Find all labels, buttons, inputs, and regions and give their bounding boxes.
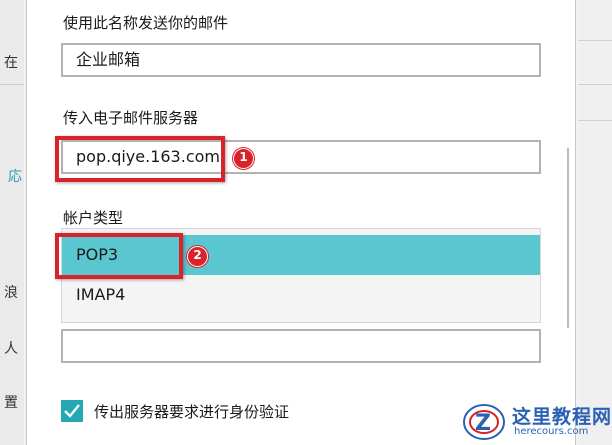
step-badge-1: 1	[233, 148, 254, 169]
checkmark-icon	[64, 404, 80, 418]
background-text-fragment: 在	[4, 55, 18, 71]
background-divider	[0, 84, 24, 85]
incoming-server-label: 传入电子邮件服务器	[63, 109, 199, 127]
account-type-option-imap4[interactable]: IMAP4	[62, 275, 540, 315]
watermark-logo-icon: Z	[463, 404, 505, 440]
highlight-box-pop3	[55, 233, 183, 279]
background-text-fragment: 浪	[4, 285, 18, 301]
background-divider	[578, 120, 612, 121]
background-right	[578, 0, 612, 445]
background-divider	[578, 40, 612, 41]
account-type-label: 帐户类型	[63, 209, 124, 227]
watermark-title: 这里教程网	[512, 406, 612, 428]
outgoing-auth-checkbox[interactable]	[61, 400, 83, 422]
background-divider	[578, 84, 612, 85]
sender-name-input[interactable]: 企业邮箱	[61, 43, 541, 77]
highlight-box-incoming-server	[55, 136, 225, 182]
account-settings-dialog: 使用此名称发送你的邮件 企业邮箱 传入电子邮件服务器 pop.qiye.163.…	[26, 0, 576, 445]
step-badge-2: 2	[187, 246, 208, 267]
watermark: Z 这里教程网 herecours.com	[460, 400, 612, 445]
scrollbar[interactable]	[567, 148, 569, 328]
watermark-url: herecours.com	[514, 426, 589, 437]
outgoing-server-input[interactable]	[61, 329, 541, 363]
background-text-fragment: 置	[4, 395, 18, 411]
sender-name-label: 使用此名称发送你的邮件	[63, 14, 229, 32]
background-text-fragment: 人	[4, 341, 18, 357]
background-text-fragment: 応	[8, 169, 22, 185]
outgoing-auth-label: 传出服务器要求进行身份验证	[94, 403, 290, 421]
svg-text:Z: Z	[475, 411, 491, 436]
